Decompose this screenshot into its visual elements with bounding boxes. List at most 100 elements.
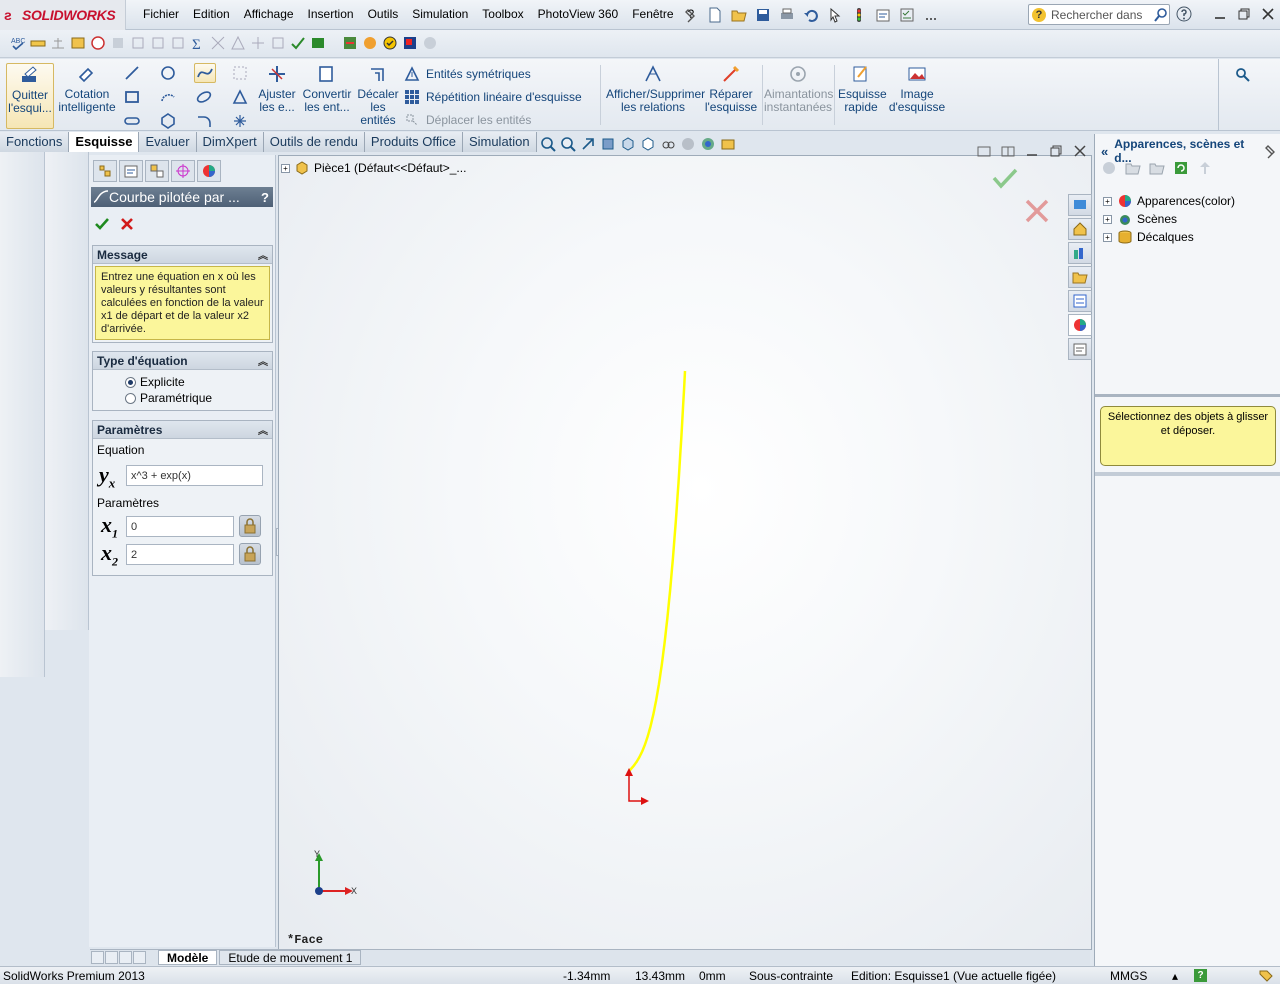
- last-tab-nav[interactable]: [133, 951, 146, 964]
- units-selector[interactable]: MMGS: [1110, 969, 1147, 983]
- equation-driven-curve[interactable]: [628, 370, 687, 772]
- expand-toggle[interactable]: +: [1103, 214, 1112, 224]
- view-settings-icon[interactable]: [720, 136, 736, 152]
- tab-fonctions[interactable]: Fonctions: [0, 132, 70, 152]
- menu-affichage[interactable]: Affichage: [237, 7, 301, 21]
- solidworks-logo[interactable]: ƨ SOLIDWORKS: [0, 0, 126, 30]
- graphics-area[interactable]: Y X + Pièce1 (Défaut<<Défaut>_... *Face: [278, 145, 1092, 950]
- viewport-minimize-icon[interactable]: [1024, 143, 1040, 159]
- point-icon[interactable]: [232, 113, 248, 129]
- tool-icon-7[interactable]: [250, 35, 266, 51]
- prev-tab-nav[interactable]: [105, 951, 118, 964]
- x2-input[interactable]: 2: [126, 544, 234, 565]
- pane-splitter[interactable]: [1095, 472, 1280, 476]
- expand-toggle[interactable]: +: [1103, 232, 1112, 242]
- spline-icon[interactable]: [194, 63, 216, 83]
- search-icon[interactable]: [1153, 7, 1169, 23]
- check-sketch-icon[interactable]: [90, 35, 106, 51]
- select-arrow-icon[interactable]: [824, 5, 846, 25]
- mirror-entities-button[interactable]: Entités symétriques: [404, 66, 531, 82]
- help-button[interactable]: ?: [261, 190, 269, 205]
- options-icon[interactable]: [896, 5, 918, 25]
- design-checker-icon[interactable]: [342, 35, 358, 51]
- file-properties-icon[interactable]: [872, 5, 894, 25]
- add-folder-icon[interactable]: [1125, 160, 1141, 176]
- units-arrow-icon[interactable]: ▴: [1172, 969, 1178, 983]
- display-style-icon[interactable]: [640, 136, 656, 152]
- tab-outils-de-rendu[interactable]: Outils de rendu: [263, 132, 365, 152]
- first-tab-nav[interactable]: [91, 951, 104, 964]
- more-icon[interactable]: [920, 5, 942, 25]
- sketch-picture-button[interactable]: Image d'esquisse: [888, 63, 946, 114]
- refresh-icon[interactable]: [1173, 160, 1189, 176]
- tab-modele[interactable]: Modèle: [158, 950, 218, 965]
- menu-photoview[interactable]: PhotoView 360: [531, 7, 626, 21]
- minimize-icon[interactable]: [1212, 6, 1228, 22]
- help-status-icon[interactable]: ?: [1194, 969, 1207, 982]
- quick-snaps-button[interactable]: Aimantations instantanées: [764, 63, 833, 114]
- help-menu-icon[interactable]: [1176, 6, 1192, 25]
- x1-input[interactable]: 0: [126, 516, 234, 537]
- spell-check-icon[interactable]: ABC: [10, 35, 26, 51]
- collapse-chevron-icon[interactable]: ︽: [258, 422, 268, 437]
- menu-fichier[interactable]: Fichier: [136, 7, 186, 21]
- pin-icon[interactable]: [1263, 143, 1279, 159]
- menu-outils[interactable]: Outils: [361, 7, 406, 21]
- x1-lock-button[interactable]: [239, 515, 261, 537]
- check-ok-icon[interactable]: [382, 35, 398, 51]
- file-explorer-tab[interactable]: [1068, 266, 1092, 288]
- tool-icon-3[interactable]: [150, 35, 166, 51]
- back-icon[interactable]: [1101, 160, 1117, 176]
- undo-icon[interactable]: [800, 5, 822, 25]
- text-icon[interactable]: [232, 89, 248, 105]
- confirm-ok-icon[interactable]: [991, 166, 1019, 193]
- equations-sigma-icon[interactable]: Σ: [190, 35, 206, 51]
- collapse-chevron-icon[interactable]: ︽: [258, 353, 268, 368]
- confirm-cancel-icon[interactable]: [1024, 198, 1050, 227]
- previous-view-icon[interactable]: [580, 136, 596, 152]
- search-commands-input[interactable]: ? Rechercher dans: [1028, 4, 1170, 25]
- custom-properties-tab[interactable]: [1068, 338, 1092, 360]
- menu-insertion[interactable]: Insertion: [301, 7, 361, 21]
- dimxpert-manager-tab[interactable]: [171, 160, 195, 182]
- points-icon[interactable]: [232, 65, 248, 81]
- feature-manager-tab[interactable]: [93, 160, 117, 182]
- viewport-close-icon[interactable]: [1072, 143, 1088, 159]
- smart-dimension-button[interactable]: Cotation intelligente: [58, 63, 116, 114]
- open-folder-icon[interactable]: [728, 5, 750, 25]
- circle-icon[interactable]: [160, 65, 176, 81]
- solidworks-resources-tab[interactable]: [1068, 194, 1092, 216]
- zoom-to-fit-icon[interactable]: [540, 136, 556, 152]
- tab-motion-study[interactable]: Etude de mouvement 1: [219, 950, 362, 965]
- radio-explicit[interactable]: Explicite: [125, 375, 272, 389]
- radio-parametric[interactable]: Paramétrique: [125, 391, 272, 405]
- rebuild-icon[interactable]: [848, 5, 870, 25]
- tool-icon-4[interactable]: [170, 35, 186, 51]
- design-library-tab[interactable]: [1068, 242, 1092, 264]
- viewport-tile-icon[interactable]: [976, 143, 992, 159]
- close-icon[interactable]: [1260, 6, 1276, 22]
- tab-dimxpert[interactable]: DimXpert: [196, 132, 264, 152]
- hide-show-items-icon[interactable]: [660, 136, 676, 152]
- tree-item-scenes[interactable]: + Scènes: [1103, 211, 1177, 227]
- restore-icon[interactable]: [1236, 6, 1252, 22]
- slot-icon[interactable]: [124, 113, 140, 129]
- print-icon[interactable]: [776, 5, 798, 25]
- ellipse-icon[interactable]: [196, 89, 212, 105]
- save-icon[interactable]: [752, 5, 774, 25]
- viewport-tile2-icon[interactable]: [1000, 143, 1016, 159]
- check-relations-icon[interactable]: [290, 35, 306, 51]
- radio-parametric-indicator[interactable]: [125, 392, 136, 404]
- linear-pattern-button[interactable]: Répétition linéaire d'esquisse: [404, 89, 582, 105]
- tool-icon-5[interactable]: [210, 35, 226, 51]
- zoom-area-icon[interactable]: [560, 136, 576, 152]
- expand-toggle[interactable]: +: [281, 163, 290, 173]
- x2-lock-button[interactable]: [239, 543, 261, 565]
- display-manager-tab[interactable]: [197, 160, 221, 182]
- measure-icon[interactable]: [30, 35, 46, 51]
- open-folder-icon[interactable]: [1149, 160, 1165, 176]
- tab-esquisse[interactable]: Esquisse: [69, 132, 140, 152]
- equation-type-header[interactable]: Type d'équation ︽: [93, 352, 272, 370]
- tab-simulation[interactable]: Simulation: [462, 132, 537, 152]
- apply-scene-icon[interactable]: [700, 136, 716, 152]
